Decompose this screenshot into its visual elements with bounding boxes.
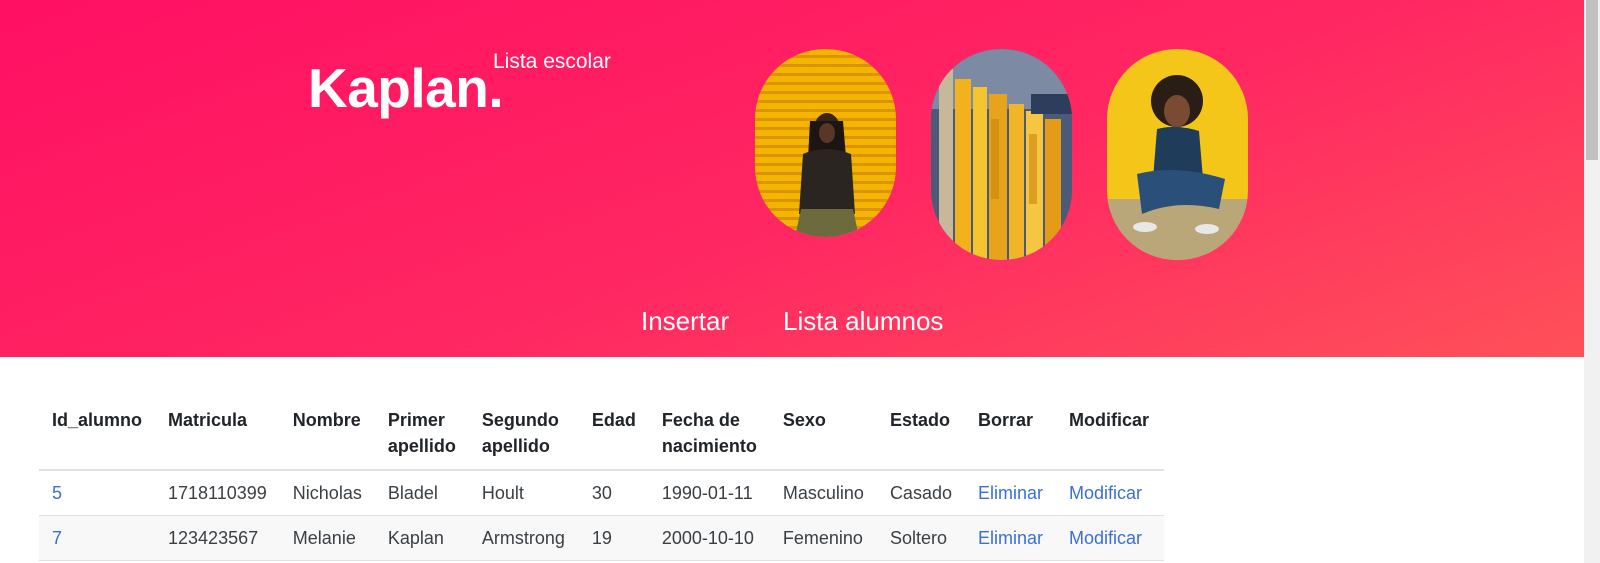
- col-segundo-apellido: Segundo apellido: [468, 395, 579, 471]
- table-row: 7 123423567 Melanie Kaplan Armstrong 19 …: [39, 515, 1164, 561]
- id-link[interactable]: 7: [52, 528, 62, 548]
- cell-edad: 30: [578, 470, 649, 516]
- cell-nombre: Nicholas: [279, 470, 375, 516]
- nav-lista-alumnos[interactable]: Lista alumnos: [783, 306, 943, 337]
- col-fecha: Fecha de nacimiento: [648, 395, 770, 471]
- eliminar-link[interactable]: Eliminar: [978, 483, 1043, 503]
- table-header-row: Id_alumno Matricula Nombre Primer apellid…: [39, 395, 1164, 471]
- col-modificar: Modificar: [1056, 395, 1164, 471]
- cell-estado: Soltero: [876, 515, 965, 561]
- cell-fecha: 2000-10-10: [648, 515, 770, 561]
- cell-sexo: Femenino: [769, 515, 877, 561]
- brand-logo[interactable]: Kaplan.: [308, 56, 504, 120]
- col-borrar: Borrar: [964, 395, 1056, 471]
- cell-fecha: 1990-01-11: [648, 470, 770, 516]
- vertical-scrollbar[interactable]: [1584, 0, 1600, 563]
- cell-sexo: Masculino: [769, 470, 877, 516]
- col-id: Id_alumno: [39, 395, 156, 471]
- col-nombre: Nombre: [279, 395, 375, 471]
- col-matricula: Matricula: [155, 395, 280, 471]
- cell-id: 5: [39, 470, 156, 516]
- cell-nombre: Melanie: [279, 515, 375, 561]
- cell-segundo-apellido: Armstrong: [468, 515, 579, 561]
- cell-edad: 19: [578, 515, 649, 561]
- hero-photo-woman-crouching: [1107, 49, 1248, 260]
- cell-primer-apellido: Bladel: [374, 470, 469, 516]
- id-link[interactable]: 5: [52, 483, 62, 503]
- hero-photo-books: [931, 49, 1072, 260]
- col-primer-apellido: Primer apellido: [374, 395, 469, 471]
- col-estado: Estado: [876, 395, 965, 471]
- students-table: Id_alumno Matricula Nombre Primer apellid…: [39, 395, 1164, 561]
- cell-matricula: 123423567: [155, 515, 280, 561]
- cell-primer-apellido: Kaplan: [374, 515, 469, 561]
- cell-id: 7: [39, 515, 156, 561]
- col-edad: Edad: [578, 395, 649, 471]
- cell-segundo-apellido: Hoult: [468, 470, 579, 516]
- nav-insertar[interactable]: Insertar: [641, 306, 729, 337]
- cell-borrar: Eliminar: [964, 470, 1056, 516]
- hero-photo-woman-yellow-wall: [755, 49, 896, 237]
- cell-estado: Casado: [876, 470, 965, 516]
- cell-modificar: Modificar: [1056, 515, 1164, 561]
- cell-modificar: Modificar: [1056, 470, 1164, 516]
- modificar-link[interactable]: Modificar: [1069, 483, 1142, 503]
- brand-subtitle: Lista escolar: [493, 50, 611, 73]
- cell-matricula: 1718110399: [155, 470, 280, 516]
- hero-banner: Kaplan. Lista escolar Insertar Lista alu…: [0, 0, 1584, 357]
- scrollbar-thumb[interactable]: [1586, 0, 1598, 160]
- modificar-link[interactable]: Modificar: [1069, 528, 1142, 548]
- cell-borrar: Eliminar: [964, 515, 1056, 561]
- col-sexo: Sexo: [769, 395, 877, 471]
- table-row: 5 1718110399 Nicholas Bladel Hoult 30 19…: [39, 470, 1164, 516]
- eliminar-link[interactable]: Eliminar: [978, 528, 1043, 548]
